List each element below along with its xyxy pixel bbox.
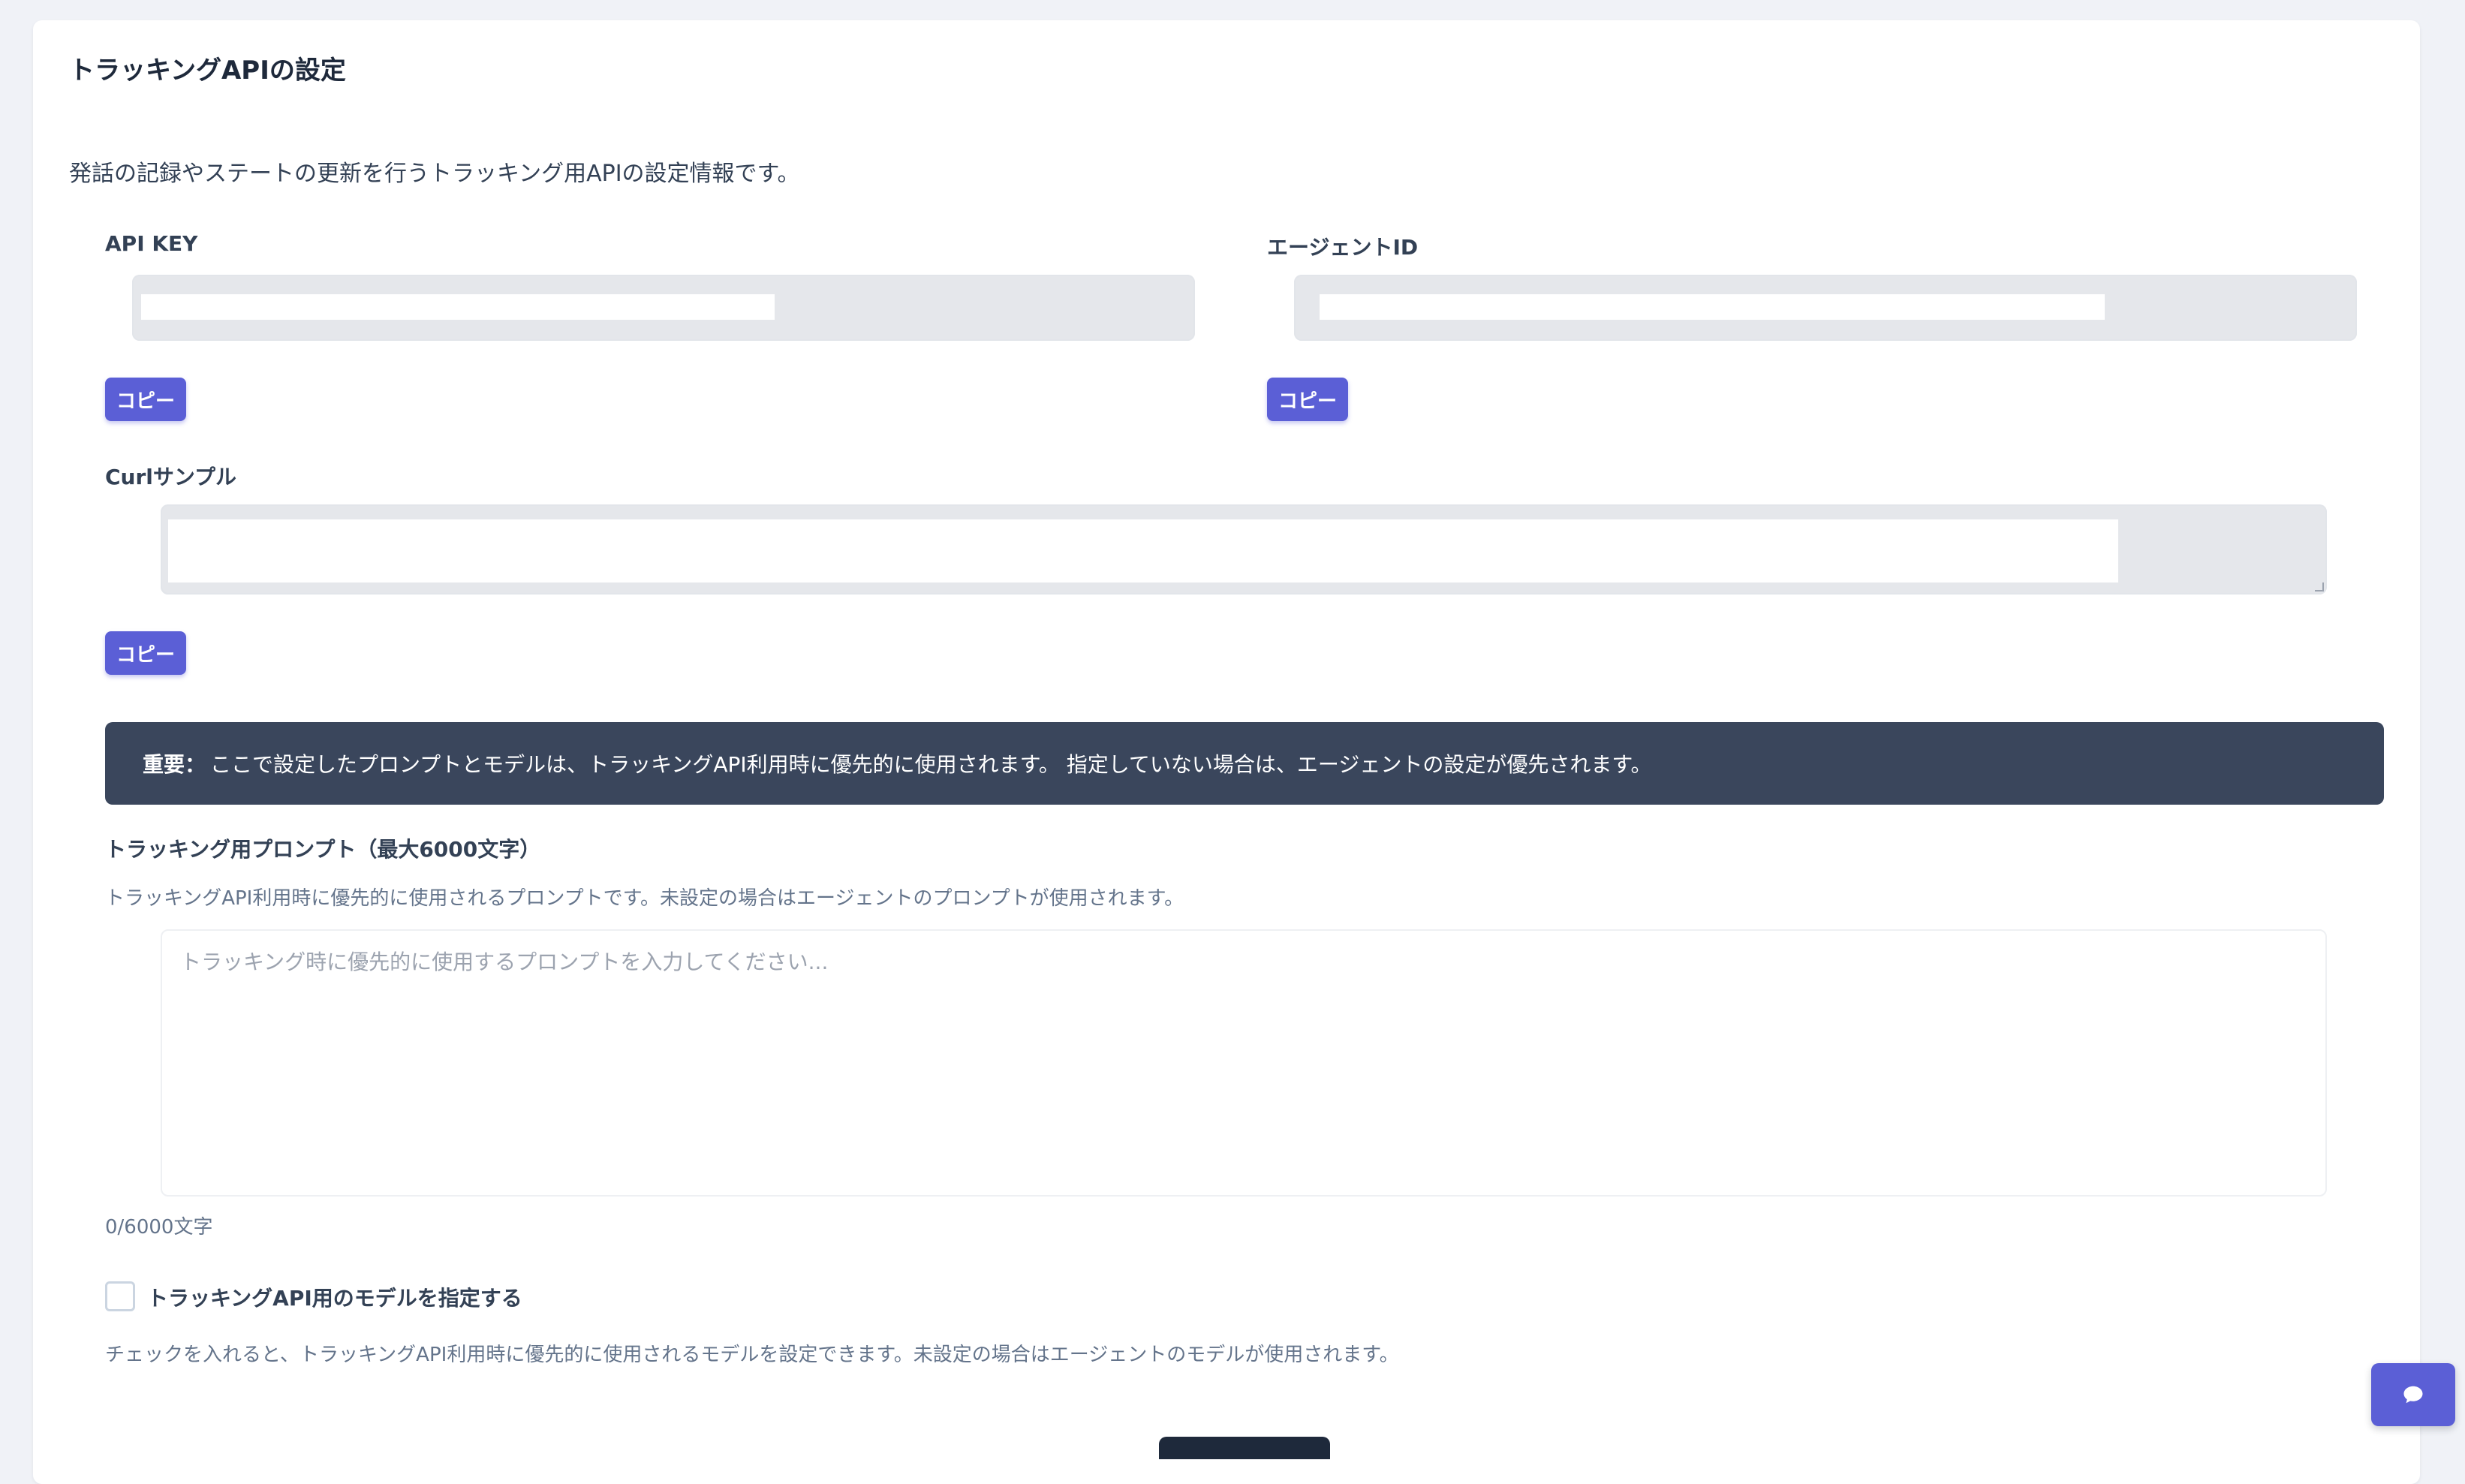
notice-strong: 重要： [143, 752, 206, 777]
curl-sample-redaction [168, 519, 2118, 582]
chat-bubble-icon [2403, 1386, 2423, 1404]
curl-sample-textarea[interactable] [161, 504, 2327, 595]
api-key-copy-button[interactable]: コピー [105, 378, 186, 421]
agent-id-copy-button[interactable]: コピー [1267, 378, 1348, 421]
agent-id-field[interactable] [1294, 275, 2357, 341]
prompt-label: トラッキング用プロンプト（最大6000文字） [105, 837, 541, 862]
model-checkbox[interactable] [105, 1281, 135, 1311]
page-description: 発話の記録やステートの更新を行うトラッキング用APIの設定情報です。 [69, 161, 800, 187]
api-key-redaction [141, 294, 775, 320]
api-key-label: API KEY [105, 231, 198, 256]
save-button[interactable] [1159, 1437, 1330, 1459]
model-hint: チェックを入れると、トラッキングAPI利用時に優先的に使用されるモデルを設定でき… [105, 1344, 1399, 1366]
agent-id-redaction [1320, 294, 2105, 320]
notice-text: ここで設定したプロンプトとモデルは、トラッキングAPI利用時に優先的に使用されま… [210, 752, 1652, 777]
curl-sample-label: Curlサンプル [105, 465, 237, 489]
chat-button[interactable] [2371, 1363, 2455, 1426]
model-checkbox-label[interactable]: トラッキングAPI用のモデルを指定する [147, 1282, 522, 1312]
page-title: トラッキングAPIの設定 [69, 56, 346, 86]
important-notice: 重要： ここで設定したプロンプトとモデルは、トラッキングAPI利用時に優先的に使… [105, 722, 2384, 805]
api-key-field[interactable] [132, 275, 1195, 341]
prompt-textarea[interactable] [161, 929, 2327, 1197]
resize-handle-icon[interactable] [2315, 582, 2324, 591]
prompt-char-counter: 0/6000文字 [105, 1216, 213, 1239]
prompt-hint: トラッキングAPI利用時に優先的に使用されるプロンプトです。未設定の場合はエージ… [105, 887, 1184, 910]
agent-id-label: エージェントID [1267, 235, 1419, 260]
curl-copy-button[interactable]: コピー [105, 631, 186, 675]
